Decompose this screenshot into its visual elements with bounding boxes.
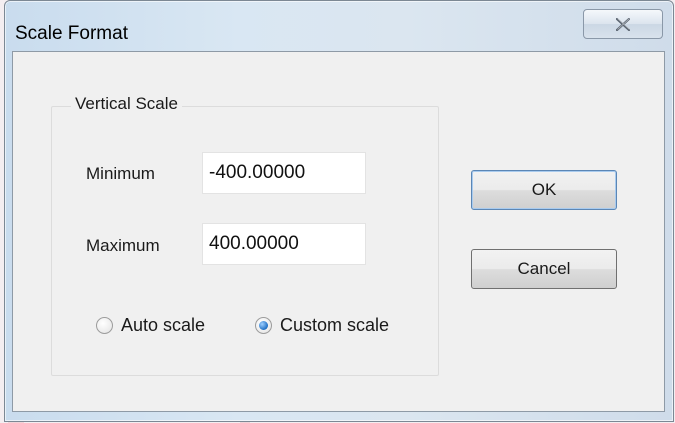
title-bar[interactable]: Scale Format (5, 1, 673, 49)
maximum-field[interactable] (202, 223, 366, 265)
scale-format-dialog: Scale Format Vertical Scale Minimum Maxi… (4, 0, 674, 422)
maximum-label: Maximum (86, 236, 160, 255)
auto-scale-radio[interactable]: Auto scale (96, 315, 205, 336)
ok-button[interactable]: OK (471, 170, 617, 210)
groupbox-label: Vertical Scale (71, 94, 182, 114)
dialog-title: Scale Format (15, 23, 128, 44)
custom-scale-radio[interactable]: Custom scale (255, 315, 389, 336)
minimum-field[interactable] (202, 152, 366, 194)
cancel-button[interactable]: Cancel (471, 249, 617, 289)
radio-dot (259, 321, 268, 330)
auto-scale-label: Auto scale (121, 315, 206, 335)
minimum-label: Minimum (86, 164, 155, 183)
custom-scale-label: Custom scale (280, 315, 390, 335)
close-icon (616, 17, 630, 31)
radio-unchecked-icon (96, 317, 113, 334)
dialog-body: Vertical Scale Minimum Maximum Auto scal… (12, 51, 665, 412)
radio-checked-icon (255, 317, 272, 334)
close-button[interactable] (583, 9, 663, 39)
